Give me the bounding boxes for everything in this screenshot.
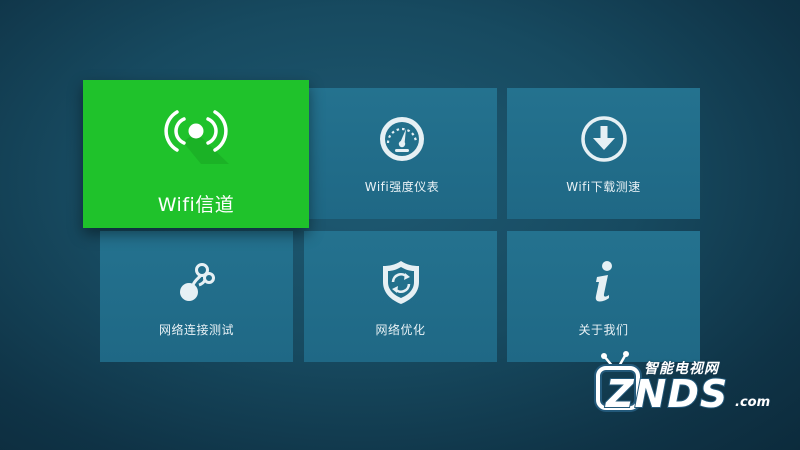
gauge-icon [380, 117, 424, 161]
tile-network-optimize[interactable]: 网络优化 [304, 231, 497, 362]
tile-label: 网络优化 [375, 323, 426, 337]
tile-label: 关于我们 [578, 323, 629, 337]
znds-watermark: 智能电视网 ZNDS .com [592, 350, 792, 430]
tile-wifi-strength[interactable]: Wifi强度仪表 [307, 88, 497, 219]
watermark-brand: ZNDS [605, 371, 729, 417]
tile-label: Wifi信道 [157, 194, 235, 216]
tile-wifi-download[interactable]: Wifi下载测速 [507, 88, 700, 219]
tile-wifi-channel[interactable]: Wifi信道 [83, 80, 309, 228]
shield-refresh-icon [382, 261, 419, 304]
tile-label: Wifi下载测速 [566, 180, 641, 194]
app-screen: { "tiles": [ {"id": "wifi-channel", "lab… [0, 0, 800, 450]
network-connection-icon [179, 263, 215, 301]
tile-network-test[interactable]: 网络连接测试 [100, 231, 293, 362]
download-icon [580, 116, 627, 162]
tile-label: Wifi强度仪表 [364, 180, 440, 194]
info-icon [595, 261, 612, 302]
tile-label: 网络连接测试 [158, 323, 234, 337]
watermark-domain: .com [735, 395, 771, 410]
wifi-signal-icon [164, 110, 229, 164]
tile-about[interactable]: 关于我们 [507, 231, 700, 362]
